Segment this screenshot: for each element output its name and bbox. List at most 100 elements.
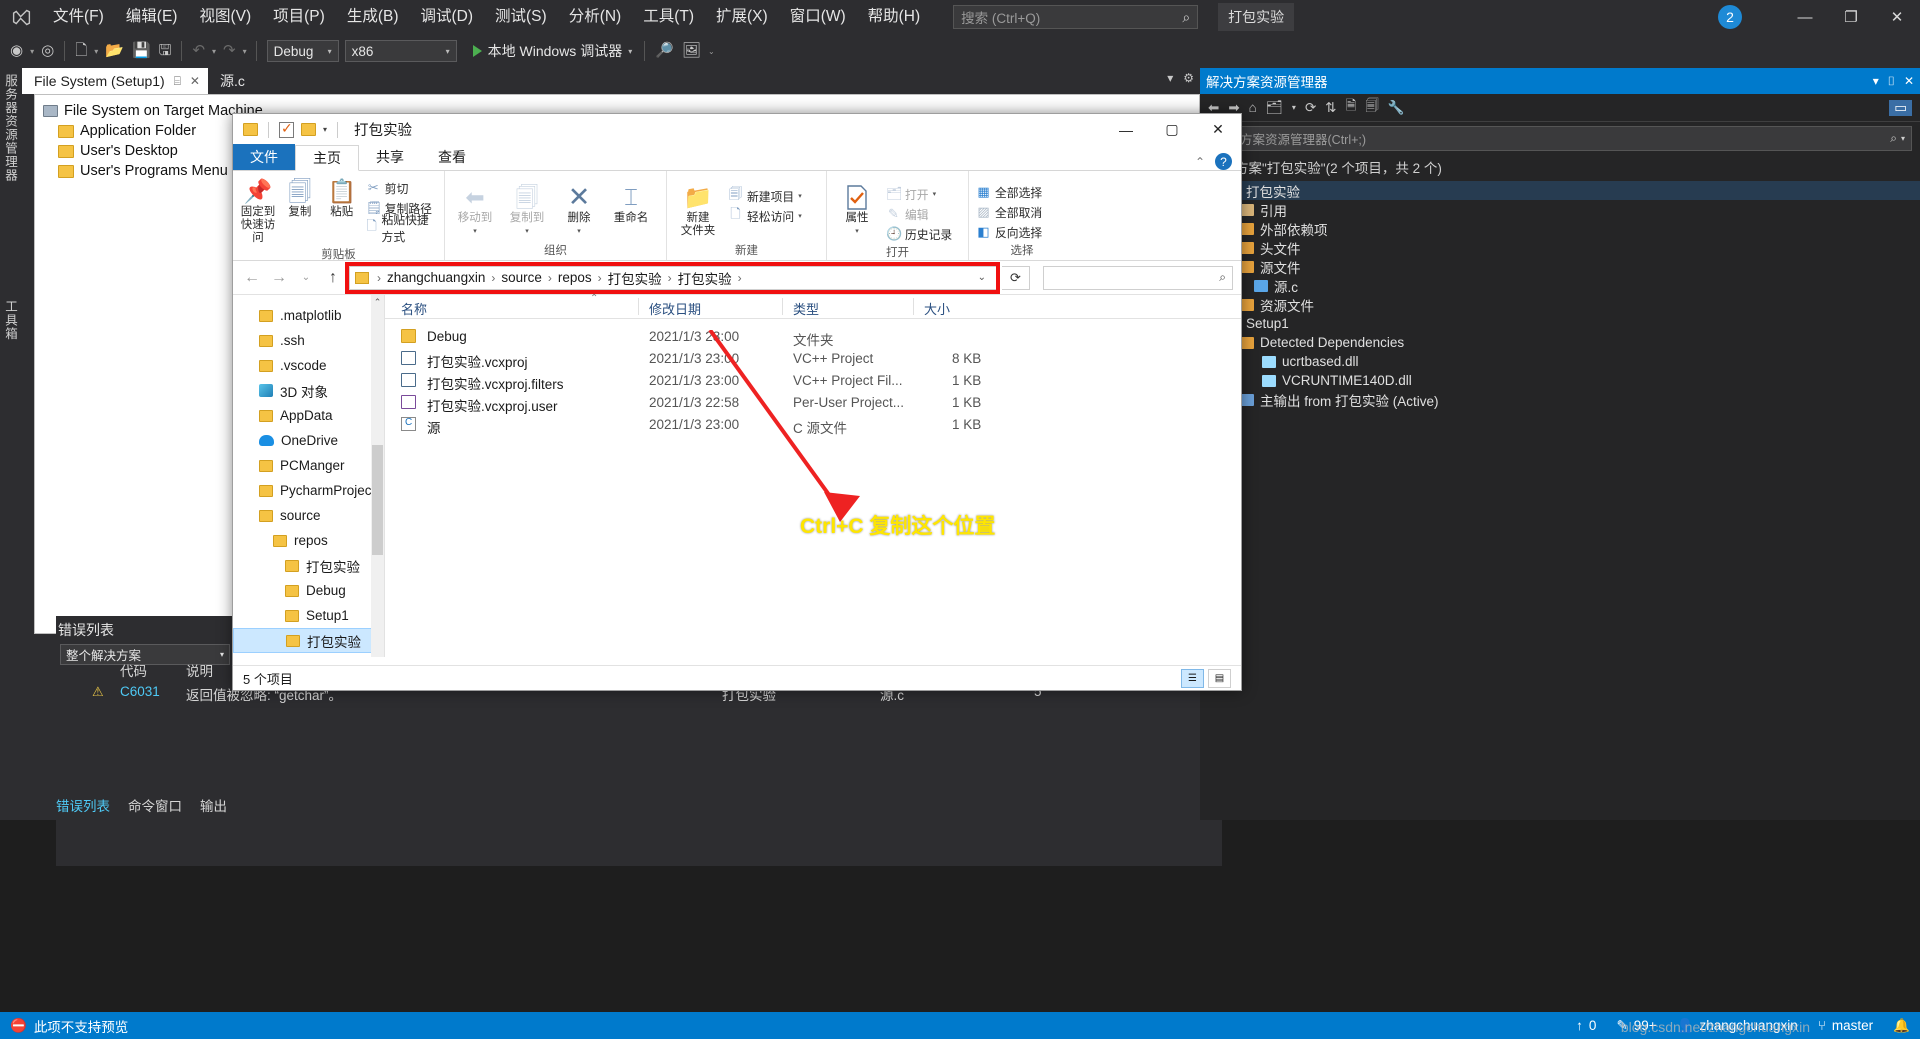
- minimize-button[interactable]: —: [1782, 0, 1828, 34]
- nav-item-project[interactable]: 打包实验: [233, 553, 384, 578]
- history-button[interactable]: 🕘 历史记录: [883, 224, 955, 244]
- pin-to-quick-access-button[interactable]: 📌 固定到 快速访问: [237, 174, 279, 246]
- cut-button[interactable]: ✂ 剪切: [363, 178, 440, 198]
- preview-icon[interactable]: 🖼: [678, 38, 705, 64]
- tab-file-system-setup1[interactable]: File System (Setup1) ⌸ ✕: [22, 68, 208, 94]
- tab-share[interactable]: 共享: [359, 144, 421, 170]
- bottom-tab-command-window[interactable]: 命令窗口: [128, 795, 182, 815]
- tree-node-source-c[interactable]: ▸ 源.c: [1200, 276, 1920, 295]
- fs-node-users-programs-menu[interactable]: User's Programs Menu: [43, 161, 263, 181]
- home-icon[interactable]: ⌂: [1249, 100, 1257, 115]
- toolbar-overflow-icon[interactable]: ⌄: [705, 47, 718, 56]
- build-config-dropdown[interactable]: Debug ▾: [266, 40, 339, 62]
- pending-changes[interactable]: ↑ 0: [1576, 1018, 1596, 1033]
- bottom-tab-error-list[interactable]: 错误列表: [56, 795, 110, 815]
- nav-item-pycharmprojects[interactable]: PycharmProjec: [233, 478, 384, 503]
- menu-analyze[interactable]: 分析(N): [558, 0, 633, 34]
- column-divider[interactable]: [913, 298, 914, 315]
- tab-view[interactable]: 查看: [421, 144, 483, 170]
- tree-node-vcruntime140d-dll[interactable]: VCRUNTIME140D.dll: [1200, 371, 1920, 390]
- new-project-icon[interactable]: 🗋: [71, 38, 91, 64]
- menu-view[interactable]: 视图(V): [188, 0, 262, 34]
- view-selector-icon[interactable]: 🗂: [1266, 100, 1283, 116]
- tree-node-primary-output[interactable]: 主输出 from 打包实验 (Active): [1200, 390, 1920, 409]
- chevron-down-icon[interactable]: ▾: [91, 47, 101, 56]
- pin-icon[interactable]: ⌷: [1888, 74, 1895, 89]
- refresh-icon[interactable]: ⟳: [1305, 100, 1316, 116]
- nav-item-vscode[interactable]: .vscode: [233, 353, 384, 378]
- properties-icon[interactable]: 🔧: [1388, 100, 1405, 116]
- nav-item-onedrive[interactable]: OneDrive: [233, 428, 384, 453]
- table-row[interactable]: Debug 2021/1/3 23:00 文件夹: [385, 327, 1241, 349]
- new-folder-icon[interactable]: [301, 123, 316, 136]
- show-all-files-icon[interactable]: 🗎: [1346, 96, 1357, 119]
- vs-search-input[interactable]: 搜索 (Ctrl+Q) ⌕: [953, 5, 1199, 29]
- close-icon[interactable]: ✕: [1904, 74, 1914, 89]
- navigate-back-icon[interactable]: ◉: [6, 38, 27, 64]
- start-debugging-button[interactable]: 本地 Windows 调试器 ▾: [467, 41, 639, 61]
- tree-node-resource-files[interactable]: 资源文件: [1200, 295, 1920, 314]
- breadcrumb-item-project-inner[interactable]: 打包实验: [678, 268, 732, 288]
- explorer-maximize-button[interactable]: ▢: [1149, 114, 1195, 145]
- menu-build[interactable]: 生成(B): [336, 0, 410, 34]
- fs-node-users-desktop[interactable]: User's Desktop: [43, 141, 263, 161]
- tree-node-references[interactable]: ▸ 引用: [1200, 200, 1920, 219]
- save-all-icon[interactable]: 🖫: [155, 38, 176, 64]
- address-bar[interactable]: › zhangchuangxin › source › repos › 打包实验…: [345, 261, 1000, 294]
- notification-badge[interactable]: 2: [1718, 5, 1742, 29]
- copy-button[interactable]: 🗐 复制: [279, 174, 321, 219]
- recent-locations-icon[interactable]: ⌄: [295, 267, 317, 289]
- paste-button[interactable]: 📋 粘贴: [321, 174, 363, 219]
- search-input[interactable]: ⌕: [1043, 265, 1233, 290]
- navigate-forward-icon[interactable]: ◎: [37, 38, 58, 64]
- tree-node-setup1[interactable]: Setup1: [1200, 314, 1920, 333]
- nav-item-appdata[interactable]: AppData: [233, 403, 384, 428]
- rail-server-explorer[interactable]: 服务器资源管理器: [2, 74, 20, 182]
- breadcrumb-item-project[interactable]: 打包实验: [608, 268, 662, 288]
- large-icons-view-button[interactable]: ▤: [1208, 668, 1231, 688]
- chevron-down-icon[interactable]: ▾: [1873, 74, 1879, 89]
- help-icon[interactable]: ?: [1215, 153, 1232, 170]
- tree-node-external-dependencies[interactable]: ▸ 外部依赖项: [1200, 219, 1920, 238]
- properties-check-icon[interactable]: [279, 120, 294, 138]
- undo-icon[interactable]: ↶: [188, 38, 209, 64]
- nav-item-3d-objects[interactable]: 3D 对象: [233, 378, 384, 403]
- pin-icon[interactable]: ⌸: [174, 74, 181, 89]
- table-row[interactable]: 打包实验.vcxproj.filters 2021/1/3 23:00 VC++…: [385, 371, 1241, 393]
- tree-node-header-files[interactable]: 头文件: [1200, 238, 1920, 257]
- solution-explorer-search[interactable]: 解决方案资源管理器(Ctrl+;) ⌕ ▾: [1208, 126, 1912, 151]
- column-header-size[interactable]: 大小: [924, 299, 950, 318]
- tab-file[interactable]: 文件: [233, 144, 295, 170]
- chevron-down-icon[interactable]: ▾: [1292, 103, 1296, 112]
- tree-node-project-packaging[interactable]: 打包实验: [1200, 181, 1920, 200]
- explorer-minimize-button[interactable]: —: [1103, 114, 1149, 145]
- properties-button[interactable]: 属性 ▾: [831, 180, 883, 235]
- breadcrumb-item-source[interactable]: source: [501, 270, 542, 285]
- chevron-down-icon[interactable]: ▾: [323, 125, 327, 134]
- select-none-button[interactable]: ▨ 全部取消: [973, 202, 1045, 222]
- details-view-button[interactable]: ☰: [1181, 668, 1204, 688]
- nav-item-repos[interactable]: repos: [233, 528, 384, 553]
- column-divider[interactable]: [782, 298, 783, 315]
- explorer-close-button[interactable]: ✕: [1195, 114, 1241, 145]
- invert-selection-button[interactable]: ◧ 反向选择: [973, 222, 1045, 242]
- table-row[interactable]: 源 2021/1/3 23:00 C 源文件 1 KB: [385, 415, 1241, 437]
- menu-extensions[interactable]: 扩展(X): [705, 0, 779, 34]
- column-header-date[interactable]: 修改日期: [649, 299, 701, 318]
- nav-item-project-selected[interactable]: 打包实验: [233, 628, 384, 653]
- new-item-button[interactable]: 🗐 新建项目 ▾: [725, 186, 805, 206]
- copy-to-button[interactable]: 🗐 复制到 ▾: [501, 180, 553, 235]
- tree-node-source-files[interactable]: 源文件: [1200, 257, 1920, 276]
- restore-button[interactable]: ❐: [1828, 0, 1874, 34]
- move-to-button[interactable]: ⬅ 移动到 ▾: [449, 180, 501, 235]
- nav-item-debug[interactable]: Debug: [233, 578, 384, 603]
- notifications-bell-icon[interactable]: 🔔: [1893, 1018, 1910, 1034]
- rail-toolbox[interactable]: 工具箱: [2, 300, 20, 341]
- chevron-down-icon[interactable]: ⌄: [968, 272, 996, 283]
- delete-button[interactable]: ✕ 删除 ▾: [553, 180, 605, 235]
- bottom-tab-output[interactable]: 输出: [200, 795, 227, 815]
- chevron-down-icon[interactable]: ▾: [240, 47, 250, 56]
- back-icon[interactable]: ←: [241, 267, 263, 289]
- new-folder-button[interactable]: 📁 新建 文件夹: [671, 180, 725, 238]
- menu-project[interactable]: 项目(P): [262, 0, 336, 34]
